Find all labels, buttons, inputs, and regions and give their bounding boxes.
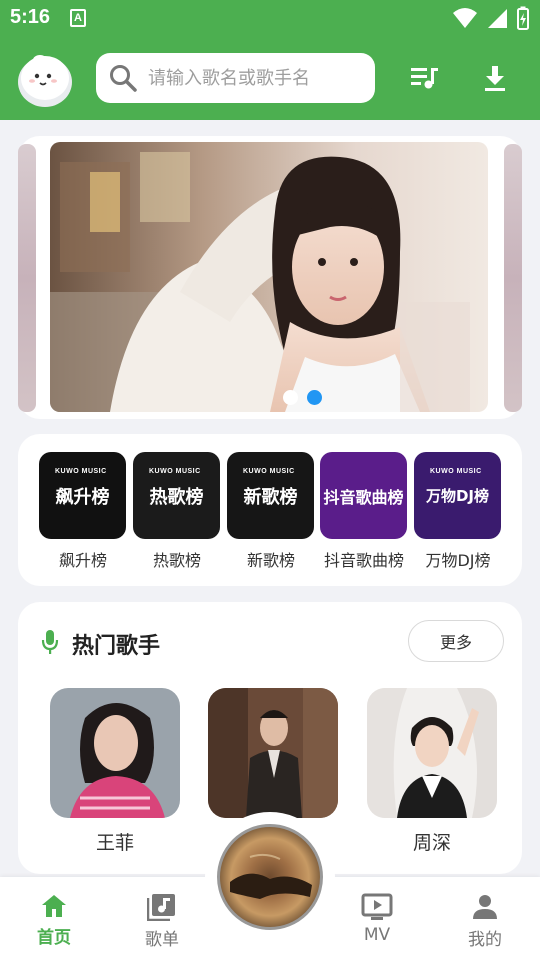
carousel-dot-active[interactable] — [307, 390, 322, 405]
singer-name: 王菲 — [95, 832, 134, 854]
app-header: 5:16 A — [0, 0, 540, 120]
banner-prev-peek[interactable] — [18, 144, 36, 412]
chart-cover: KUWO MUSIC 飙升榜 — [39, 452, 126, 539]
chart-brand: KUWO MUSIC — [55, 468, 107, 475]
chart-item-hot[interactable]: KUWO MUSIC 热歌榜 热歌榜 — [133, 452, 221, 571]
chart-label: 抖音歌曲榜 — [323, 551, 404, 570]
tv-icon — [361, 893, 393, 920]
playlist-icon — [147, 894, 175, 921]
chart-brand: KUWO MUSIC — [243, 468, 295, 475]
singer-card[interactable]: 王菲 — [50, 688, 180, 855]
nav-label: 歌单 — [145, 930, 179, 950]
status-icons — [452, 6, 530, 30]
banner-next-peek[interactable] — [504, 144, 522, 412]
album-art — [230, 853, 312, 899]
download-button[interactable] — [479, 62, 511, 94]
carousel-indicator — [283, 390, 322, 405]
status-time: 5:16 — [10, 6, 51, 28]
chart-cover-title: 热歌榜 — [149, 486, 204, 508]
chart-item-douyin[interactable]: 抖音歌曲榜 抖音歌曲榜 — [320, 452, 408, 571]
chart-label: 飙升榜 — [58, 551, 107, 570]
chart-item-dj[interactable]: KUWO MUSIC 万物DJ榜 万物DJ榜 — [414, 452, 502, 571]
singer-photo — [208, 688, 338, 818]
nav-label: MV — [363, 925, 391, 945]
carousel-dot[interactable] — [283, 390, 298, 405]
search-icon — [110, 65, 137, 92]
nav-playlist[interactable]: 歌单 — [127, 893, 197, 950]
singer-photo — [367, 688, 497, 818]
chart-cover: 抖音歌曲榜 — [320, 452, 407, 539]
nav-mine[interactable]: 我的 — [450, 893, 520, 950]
download-icon — [485, 66, 505, 91]
search-bar[interactable] — [96, 53, 375, 103]
signal-icon — [488, 9, 507, 28]
chart-cover: KUWO MUSIC 热歌榜 — [133, 452, 220, 539]
chart-label: 万物DJ榜 — [425, 551, 491, 570]
search-input[interactable] — [148, 67, 368, 89]
chart-brand: KUWO MUSIC — [430, 468, 482, 475]
person-icon — [473, 895, 497, 919]
app-logo[interactable] — [14, 48, 76, 110]
chart-cover-title: 飙升榜 — [55, 486, 110, 508]
chart-cover-title: 抖音歌曲榜 — [323, 487, 404, 507]
banner-image[interactable] — [50, 142, 488, 412]
singer-card[interactable] — [208, 688, 338, 828]
banner-carousel[interactable] — [18, 136, 522, 419]
chart-brand: KUWO MUSIC — [149, 468, 201, 475]
more-button[interactable]: 更多 — [408, 620, 504, 662]
notification-icon: A — [70, 9, 86, 27]
queue-music-icon — [411, 68, 438, 89]
section-title: 热门歌手 — [72, 634, 161, 659]
mascot-logo-icon — [18, 55, 72, 107]
singer-photo — [50, 688, 180, 818]
chart-cover: KUWO MUSIC 万物DJ榜 — [414, 452, 501, 539]
nav-label: 首页 — [37, 928, 71, 948]
chart-item-rising[interactable]: KUWO MUSIC 飙升榜 飙升榜 — [39, 452, 127, 571]
chart-cover: KUWO MUSIC 新歌榜 — [227, 452, 314, 539]
chart-cover-title: 新歌榜 — [243, 486, 298, 508]
status-bar: 5:16 A — [0, 0, 540, 36]
nav-home[interactable]: 首页 — [19, 893, 89, 948]
chart-label: 新歌榜 — [246, 551, 295, 570]
chart-label: 热歌榜 — [152, 551, 201, 570]
banner-photo — [50, 142, 488, 412]
charts-section: KUWO MUSIC 飙升榜 飙升榜 KUWO MUSIC 热歌榜 热歌榜 KU… — [18, 434, 522, 586]
now-playing-disc[interactable] — [217, 824, 323, 930]
chart-cover-title: 万物DJ榜 — [425, 487, 490, 505]
nav-mv[interactable]: MV — [342, 893, 412, 945]
battery-icon — [517, 6, 529, 30]
home-icon — [42, 895, 66, 917]
mic-icon — [41, 630, 59, 654]
singer-card[interactable]: 周深 — [367, 688, 497, 855]
singer-name: 周深 — [412, 832, 451, 854]
chart-item-new[interactable]: KUWO MUSIC 新歌榜 新歌榜 — [227, 452, 315, 571]
play-queue-button[interactable] — [408, 62, 440, 94]
wifi-icon — [453, 8, 477, 28]
nav-label: 我的 — [468, 930, 502, 950]
